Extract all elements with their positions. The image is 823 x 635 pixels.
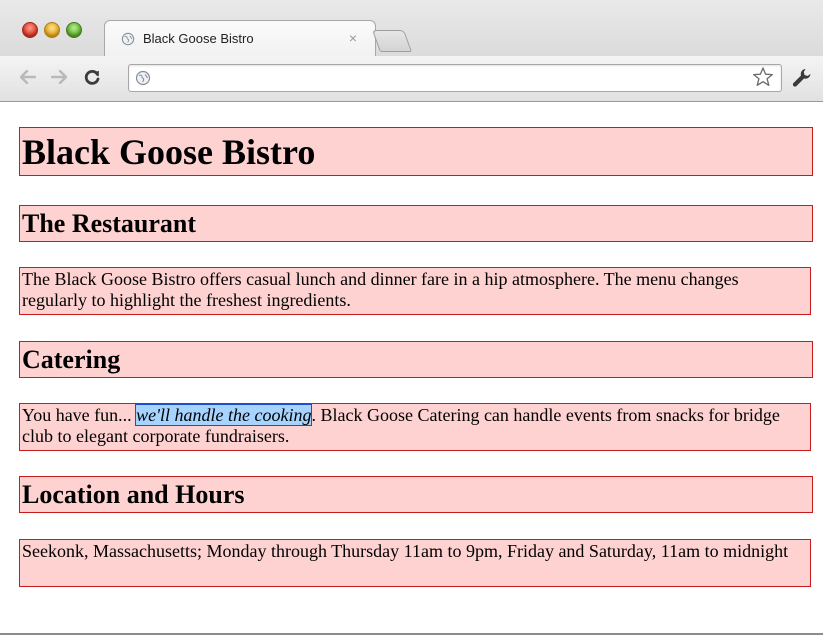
browser-toolbar (0, 56, 823, 101)
section-heading-catering: Catering (19, 341, 813, 378)
arrow-right-icon (51, 70, 67, 84)
browser-tab[interactable]: Black Goose Bistro × (104, 20, 376, 57)
new-tab-button[interactable] (371, 30, 413, 52)
section-paragraph-catering: You have fun... we'll handle the cooking… (19, 403, 811, 451)
emphasis-highlight: we'll handle the cooking (135, 404, 313, 426)
section-heading-text: Catering (22, 345, 121, 374)
section-paragraph-location: Seekonk, Massachusetts; Monday through T… (19, 539, 811, 587)
page-title-text: Black Goose Bistro (22, 132, 316, 172)
arrow-left-icon (20, 70, 36, 84)
window-minimize-button[interactable] (44, 22, 60, 38)
paragraph-text: The Black Goose Bistro offers casual lun… (22, 269, 739, 310)
globe-icon (135, 70, 151, 86)
paragraph-text: You have fun... we'll handle the cooking… (22, 404, 808, 447)
address-bar[interactable] (128, 64, 782, 92)
section-paragraph-restaurant: The Black Goose Bistro offers casual lun… (19, 267, 811, 315)
star-icon[interactable] (752, 66, 774, 88)
browser-chrome: Black Goose Bistro × (0, 0, 823, 102)
section-heading-restaurant: The Restaurant (19, 205, 813, 242)
globe-icon (121, 32, 135, 46)
window-zoom-button[interactable] (66, 22, 82, 38)
section-heading-text: The Restaurant (22, 209, 197, 238)
address-input[interactable] (159, 68, 743, 88)
page-title: Black Goose Bistro (19, 127, 813, 176)
forward-button[interactable] (47, 65, 71, 89)
reload-icon (84, 69, 100, 85)
tab-close-icon[interactable]: × (349, 30, 357, 46)
section-heading-text: Location and Hours (22, 480, 245, 509)
wrench-icon[interactable] (790, 66, 814, 90)
paragraph-text-before: You have fun... (22, 405, 137, 425)
reload-button[interactable] (80, 65, 104, 89)
page-viewport: Black Goose Bistro The Restaurant The Bl… (0, 102, 823, 635)
back-button[interactable] (16, 65, 40, 89)
tab-title: Black Goose Bistro (143, 31, 254, 46)
paragraph-text: Seekonk, Massachusetts; Monday through T… (22, 541, 789, 561)
tab-strip: Black Goose Bistro × (0, 0, 823, 57)
window-close-button[interactable] (22, 22, 38, 38)
section-heading-location: Location and Hours (19, 476, 813, 513)
